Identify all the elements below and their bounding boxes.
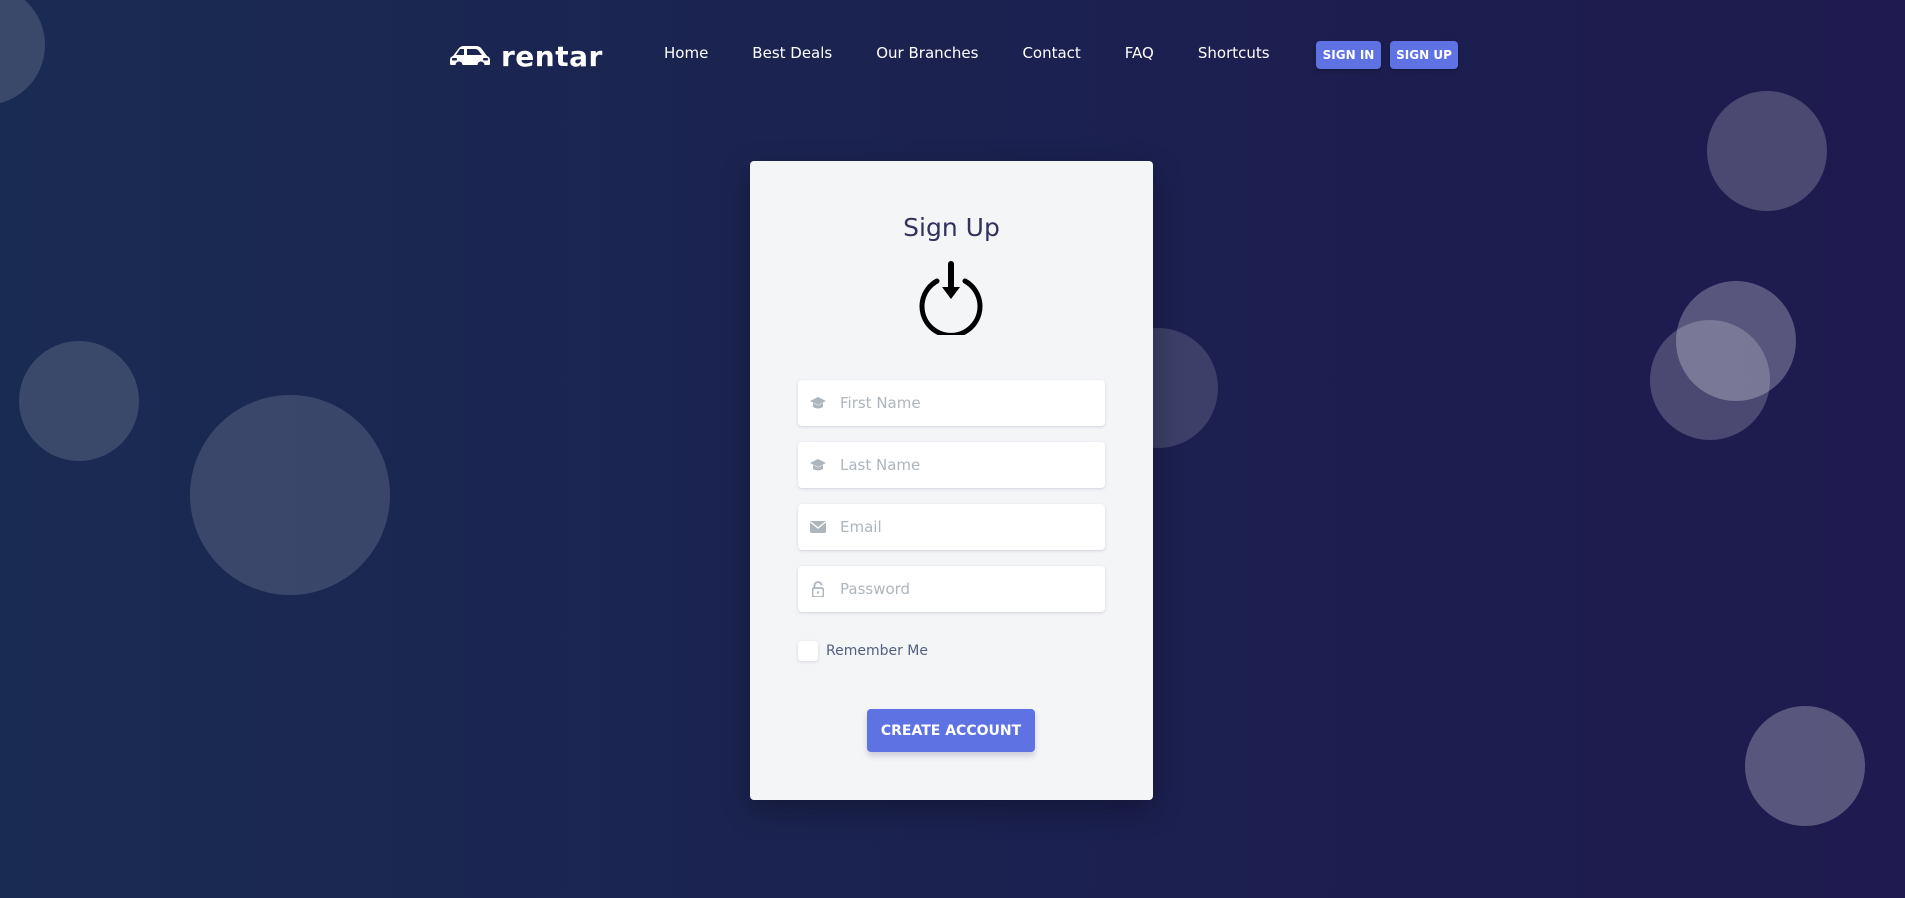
last-name-input[interactable] xyxy=(838,455,1092,475)
email-input[interactable] xyxy=(838,517,1092,537)
nav-link-faq[interactable]: FAQ xyxy=(1125,44,1154,62)
brand-logo[interactable]: rentar xyxy=(449,36,603,76)
nav-link-our-branches[interactable]: Our Branches xyxy=(876,44,978,62)
graduation-cap-icon xyxy=(798,442,838,488)
lock-icon xyxy=(798,566,838,612)
remember-me-checkbox[interactable] xyxy=(798,641,818,661)
remember-me-label[interactable]: Remember Me xyxy=(826,643,928,659)
sign-up-button[interactable]: SIGN UP xyxy=(1390,41,1458,69)
create-account-button[interactable]: CREATE ACCOUNT xyxy=(867,709,1035,752)
nav-link-home[interactable]: Home xyxy=(664,44,708,62)
envelope-icon xyxy=(798,504,838,550)
page-title: Sign Up xyxy=(903,213,1000,242)
background-bubble xyxy=(190,395,390,595)
background-bubble xyxy=(1676,281,1796,401)
navbar: rentar Home Best Deals Our Branches Cont… xyxy=(0,0,1905,110)
email-field xyxy=(798,504,1105,550)
signup-card: Sign Up Remember Me CREATE A xyxy=(750,161,1153,800)
background-bubble xyxy=(19,341,139,461)
first-name-field xyxy=(798,380,1105,426)
power-download-icon xyxy=(914,261,988,340)
nav-link-contact[interactable]: Contact xyxy=(1022,44,1080,62)
remember-me: Remember Me xyxy=(798,641,928,661)
password-input[interactable] xyxy=(838,579,1092,599)
password-field xyxy=(798,566,1105,612)
first-name-input[interactable] xyxy=(838,393,1092,413)
car-icon xyxy=(449,44,491,68)
last-name-field xyxy=(798,442,1105,488)
nav-link-best-deals[interactable]: Best Deals xyxy=(752,44,832,62)
background-bubble xyxy=(1745,706,1865,826)
nav-links: Home Best Deals Our Branches Contact FAQ… xyxy=(664,44,1270,62)
sign-in-button[interactable]: SIGN IN xyxy=(1316,41,1381,69)
nav-link-shortcuts[interactable]: Shortcuts xyxy=(1198,44,1270,62)
graduation-cap-icon xyxy=(798,380,838,426)
brand-name: rentar xyxy=(501,39,603,73)
